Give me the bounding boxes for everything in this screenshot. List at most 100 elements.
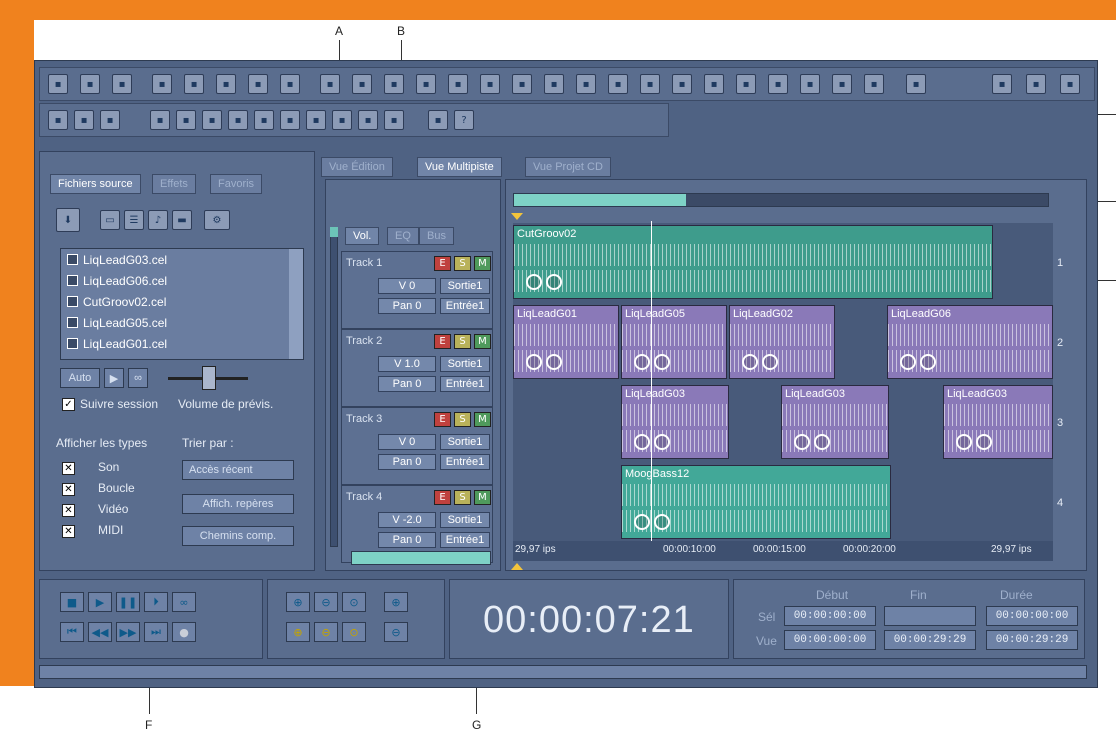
scroll-thumb[interactable] xyxy=(330,227,338,237)
edit-file-icon[interactable]: ♪ xyxy=(148,210,168,230)
type-video-checkbox[interactable]: ✕ xyxy=(62,504,75,517)
clip-loop-icon[interactable] xyxy=(814,434,830,450)
zoom-selection-icon[interactable]: ⊕ xyxy=(286,622,310,642)
clip-loop-icon[interactable] xyxy=(546,354,562,370)
effects-icon[interactable]: ▪ xyxy=(576,74,596,94)
view-end-field[interactable]: 00:00:29:29 xyxy=(884,630,976,650)
save-all-icon[interactable]: ▪ xyxy=(280,74,300,94)
input-field[interactable]: Entrée1 xyxy=(440,454,490,470)
clip-lock-icon[interactable] xyxy=(634,434,650,450)
new-file-icon[interactable]: ▪ xyxy=(152,74,172,94)
audio-clip[interactable]: LiqLeadG01 xyxy=(513,305,619,379)
cd-burn-icon[interactable]: ▪ xyxy=(1060,74,1080,94)
paste-icon[interactable]: ▪ xyxy=(416,74,436,94)
clip-lock-icon[interactable] xyxy=(900,354,916,370)
tab-edit-view[interactable]: Vue Édition xyxy=(321,157,393,177)
stretch-icon[interactable]: ▪ xyxy=(672,74,692,94)
silence-icon[interactable]: ▪ xyxy=(512,74,532,94)
open-icon[interactable]: ▪ xyxy=(184,74,204,94)
settings-icon[interactable]: ▪ xyxy=(428,110,448,130)
solo-button[interactable]: S xyxy=(454,412,471,427)
copy-icon[interactable]: ▪ xyxy=(384,74,404,94)
pan-field[interactable]: Pan 0 xyxy=(378,376,436,392)
loop-icon[interactable]: ∞ xyxy=(172,592,196,612)
bpm-icon[interactable]: ▪ xyxy=(992,74,1012,94)
audio-clip[interactable]: LiqLeadG05 xyxy=(621,305,727,379)
zoom-in-icon[interactable]: ⊕ xyxy=(286,592,310,612)
zoom-right-icon[interactable]: ⊙ xyxy=(342,622,366,642)
zoom-track-icon[interactable]: ▪ xyxy=(384,110,404,130)
volume-field[interactable]: V 0 xyxy=(378,278,436,294)
audio-clip[interactable]: LiqLeadG06 xyxy=(887,305,1053,379)
wet-dry-icon[interactable]: ▪ xyxy=(864,74,884,94)
audio-clip[interactable]: LiqLeadG03 xyxy=(781,385,889,459)
audio-clip[interactable]: CutGroov02 xyxy=(513,225,993,299)
record-icon[interactable]: ● xyxy=(172,622,196,642)
file-list[interactable]: LiqLeadG03.cel LiqLeadG06.cel CutGroov02… xyxy=(60,248,304,360)
find-icon[interactable]: ▪ xyxy=(544,74,564,94)
play-preview-button[interactable]: ▶ xyxy=(104,368,124,388)
clip-lock-icon[interactable] xyxy=(634,354,650,370)
eq-icon[interactable]: ▪ xyxy=(640,74,660,94)
group-icon[interactable]: ▪ xyxy=(306,110,326,130)
cut-icon[interactable]: ▪ xyxy=(352,74,372,94)
tab-volume[interactable]: Vol. xyxy=(345,227,380,245)
play-loop-icon[interactable]: ▪ xyxy=(280,110,300,130)
list-item[interactable]: LiqLeadG05.cel xyxy=(61,312,303,333)
pan-field[interactable]: Pan 0 xyxy=(378,454,436,470)
lock-icon[interactable]: ▪ xyxy=(228,110,248,130)
clip-lock-icon[interactable] xyxy=(526,354,542,370)
tab-effects[interactable]: Effets xyxy=(152,174,196,194)
graphic-eq-icon[interactable]: ▪ xyxy=(832,74,852,94)
paths-button[interactable]: Chemins comp. xyxy=(182,526,294,546)
zoom-full-icon[interactable]: ⊙ xyxy=(342,592,366,612)
file-list-scrollbar[interactable] xyxy=(289,249,303,359)
output-field[interactable]: Sortie1 xyxy=(440,278,490,294)
type-loop-checkbox[interactable]: ✕ xyxy=(62,483,75,496)
solo-button[interactable]: S xyxy=(454,334,471,349)
pause-icon[interactable]: ❚❚ xyxy=(116,592,140,612)
clip-loop-icon[interactable] xyxy=(654,354,670,370)
record-arm-button[interactable]: E xyxy=(434,256,451,271)
move-copy-icon[interactable]: ▪ xyxy=(100,110,120,130)
zoom-left-icon[interactable]: ⊖ xyxy=(314,622,338,642)
clip-loop-icon[interactable] xyxy=(654,434,670,450)
track-name[interactable]: Track 4 xyxy=(346,491,382,503)
pitch-icon[interactable]: ▪ xyxy=(736,74,756,94)
audio-clip[interactable]: LiqLeadG02 xyxy=(729,305,835,379)
clip-lock-icon[interactable] xyxy=(634,514,650,530)
rewind-icon[interactable]: ▪ xyxy=(332,110,352,130)
clip-loop-icon[interactable] xyxy=(546,274,562,290)
input-field[interactable]: Entrée1 xyxy=(440,532,490,548)
clip-lock-icon[interactable] xyxy=(956,434,972,450)
tab-favorites[interactable]: Favoris xyxy=(210,174,263,194)
track-name[interactable]: Track 1 xyxy=(346,257,382,269)
clip-loop-icon[interactable] xyxy=(920,354,936,370)
marker-icon[interactable]: ▪ xyxy=(1026,74,1046,94)
time-ruler[interactable]: 29,97 ips 00:00:10:00 00:00:15:00 00:00:… xyxy=(513,541,1053,561)
record-arm-button[interactable]: E xyxy=(434,334,451,349)
output-field[interactable]: Sortie1 xyxy=(440,512,490,528)
volume-field[interactable]: V 1.0 xyxy=(378,356,436,372)
undo-icon[interactable]: ▪ xyxy=(320,74,340,94)
selection-end-field[interactable] xyxy=(884,606,976,626)
tab-multitrack-view[interactable]: Vue Multipiste xyxy=(417,157,502,177)
help-icon[interactable]: ? xyxy=(454,110,474,130)
mixdown-icon[interactable]: ▪ xyxy=(202,110,222,130)
clip-lock-icon[interactable] xyxy=(742,354,758,370)
follow-session-checkbox[interactable]: ✓ xyxy=(62,398,75,411)
hybrid-tool-icon[interactable]: ▪ xyxy=(74,110,94,130)
list-item[interactable]: LiqLeadG03.cel xyxy=(61,249,303,270)
tab-eq[interactable]: EQ xyxy=(387,227,419,245)
close-file-icon[interactable]: ☰ xyxy=(124,210,144,230)
mute-button[interactable]: M xyxy=(474,256,491,271)
play-to-end-icon[interactable]: ⏵ xyxy=(144,592,168,612)
audio-clip[interactable]: LiqLeadG03 xyxy=(621,385,729,459)
noise-icon[interactable]: ▪ xyxy=(704,74,724,94)
clip-lock-icon[interactable] xyxy=(794,434,810,450)
insert-track-icon[interactable]: ▪ xyxy=(150,110,170,130)
clip-loop-icon[interactable] xyxy=(762,354,778,370)
fx-icon[interactable]: ▪ xyxy=(906,74,926,94)
properties-icon[interactable]: ⚙ xyxy=(204,210,230,230)
selection-start-field[interactable]: 00:00:00:00 xyxy=(784,606,876,626)
